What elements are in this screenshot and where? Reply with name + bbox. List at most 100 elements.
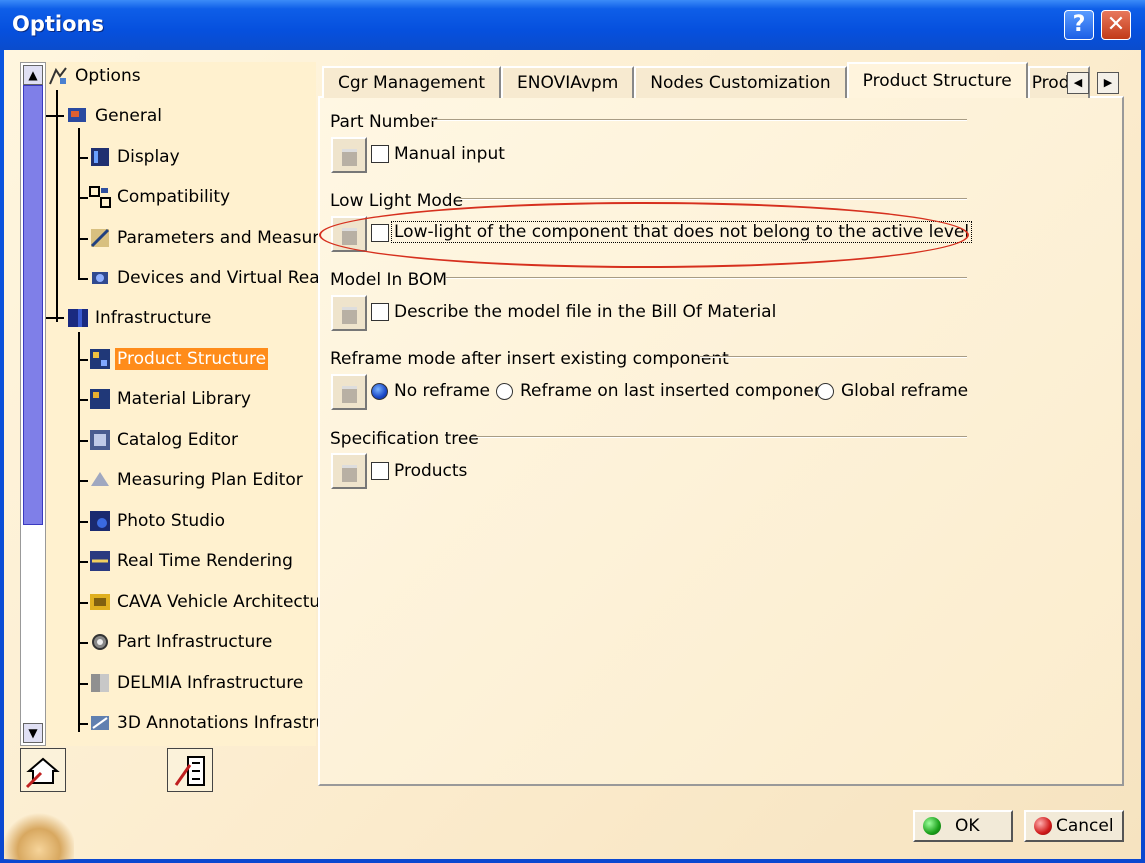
- options-dialog: Options ? ✕ ▲ ▼ Options General Display …: [0, 0, 1145, 863]
- delmia-icon: [88, 671, 112, 695]
- window-title: Options: [12, 12, 104, 36]
- tree-home-button[interactable]: [20, 748, 66, 792]
- tree-line: [78, 399, 88, 401]
- tree-node-catalog-editor[interactable]: Catalog Editor: [88, 425, 240, 455]
- measuring-plan-icon: [88, 468, 112, 492]
- tree-line: [78, 602, 88, 604]
- tree-line: [78, 157, 88, 159]
- tree-expand-button[interactable]: [167, 748, 213, 792]
- tree-node-material-library[interactable]: Material Library: [88, 384, 253, 414]
- tree-scrollbar[interactable]: ▲ ▼: [20, 62, 46, 746]
- tree-line: [78, 642, 88, 644]
- close-button[interactable]: ✕: [1101, 10, 1131, 40]
- tree-node-part-infrastructure[interactable]: Part Infrastructure: [88, 627, 274, 657]
- cava-icon: [88, 590, 112, 614]
- scroll-up-arrow[interactable]: ▲: [23, 65, 43, 85]
- tab-enoviavpm[interactable]: ENOVIAvpm: [501, 66, 635, 98]
- tree-node-measuring-plan[interactable]: Measuring Plan Editor: [88, 465, 305, 495]
- options-root-icon: [46, 64, 70, 88]
- model-bom-checkbox[interactable]: [371, 303, 389, 321]
- tree-node-label: Part Infrastructure: [117, 632, 273, 652]
- lock-icon[interactable]: [331, 137, 367, 173]
- tree-line: [78, 723, 88, 725]
- section-divider: [432, 119, 967, 121]
- global-reframe-radio[interactable]: [817, 383, 834, 400]
- tree-node-parameters[interactable]: Parameters and Measure: [88, 223, 331, 253]
- section-title-part-number: Part Number: [330, 112, 438, 132]
- real-time-rendering-icon: [88, 549, 112, 573]
- lock-icon[interactable]: [331, 374, 367, 410]
- reframe-last-radio[interactable]: [496, 383, 513, 400]
- tree-line: [78, 440, 88, 442]
- products-label: Products: [394, 461, 468, 481]
- tree-node-label: Devices and Virtual Realit: [117, 268, 336, 288]
- lock-icon[interactable]: [331, 295, 367, 331]
- tree-node-compatibility[interactable]: Compatibility: [88, 182, 232, 212]
- no-reframe-radio[interactable]: [371, 383, 388, 400]
- annotation-ellipse: [319, 202, 969, 268]
- section-title-model-bom: Model In BOM: [330, 270, 448, 290]
- section-divider: [460, 198, 967, 200]
- tab-nodes-customization[interactable]: Nodes Customization: [634, 66, 847, 98]
- tree-node-3d-annotations[interactable]: 3D Annotations Infrastru: [88, 708, 328, 738]
- compatibility-icon: [88, 185, 112, 209]
- material-library-icon: [88, 387, 112, 411]
- tree-line: [78, 521, 88, 523]
- tree-node-label: Photo Studio: [117, 511, 226, 531]
- cancel-button[interactable]: Cancel: [1024, 810, 1124, 842]
- tab-product-structure[interactable]: Product Structure: [846, 62, 1028, 98]
- manual-input-checkbox[interactable]: [371, 145, 389, 163]
- section-divider: [700, 356, 967, 358]
- scroll-down-arrow[interactable]: ▼: [23, 723, 43, 743]
- tree-node-devices[interactable]: Devices and Virtual Realit: [88, 263, 338, 293]
- help-button[interactable]: ?: [1064, 10, 1094, 40]
- tree-node-label: Catalog Editor: [117, 430, 239, 450]
- tree-line: [78, 332, 80, 732]
- tree-node-label: Measuring Plan Editor: [117, 470, 303, 490]
- tree-line: [78, 128, 80, 280]
- model-bom-label: Describe the model file in the Bill Of M…: [394, 302, 777, 322]
- tree-node-label: Material Library: [117, 389, 251, 409]
- catalog-editor-icon: [88, 428, 112, 452]
- tree-node-delmia[interactable]: DELMIA Infrastructure: [88, 668, 305, 698]
- tree-node-label: Parameters and Measure: [117, 228, 330, 248]
- cancel-label: Cancel: [1056, 816, 1114, 836]
- tree-node-display[interactable]: Display: [88, 142, 182, 172]
- section-title-reframe: Reframe mode after insert existing compo…: [330, 349, 729, 369]
- 3d-annotations-icon: [88, 711, 112, 735]
- tree-line: [78, 359, 88, 361]
- ok-label: OK: [955, 816, 980, 836]
- tree-node-cava[interactable]: CAVA Vehicle Architectur: [88, 587, 329, 617]
- global-reframe-label: Global reframe: [841, 381, 969, 401]
- tree-node-infrastructure[interactable]: Infrastructure: [46, 303, 213, 333]
- ok-button[interactable]: OK: [913, 810, 1013, 842]
- collapse-icon[interactable]: [46, 115, 64, 117]
- scroll-thumb[interactable]: [23, 85, 43, 525]
- collapse-icon[interactable]: [46, 317, 64, 319]
- tab-strip: Cgr Management ENOVIAvpm Nodes Customiza…: [322, 62, 1090, 98]
- tree-node-label: Real Time Rendering: [117, 551, 293, 571]
- tree-node-label: DELMIA Infrastructure: [117, 673, 304, 693]
- reframe-last-label: Reframe on last inserted component: [520, 381, 832, 401]
- tree-node-product-structure[interactable]: Product Structure: [88, 344, 269, 374]
- tree-node-options[interactable]: Options: [46, 61, 143, 91]
- tab-cgr-management[interactable]: Cgr Management: [322, 66, 502, 98]
- tree-node-photo-studio[interactable]: Photo Studio: [88, 506, 227, 536]
- products-checkbox[interactable]: [371, 462, 389, 480]
- product-structure-icon: [88, 347, 112, 371]
- tree-node-label: Product Structure: [115, 348, 269, 370]
- tree-line: [78, 480, 88, 482]
- title-bar[interactable]: Options ? ✕: [0, 0, 1145, 50]
- tree-line: [78, 238, 88, 240]
- tab-scroll-left-icon[interactable]: ◀: [1067, 72, 1089, 94]
- tree-line: [78, 683, 88, 685]
- manual-input-label: Manual input: [394, 144, 505, 164]
- tree-node-label: Infrastructure: [95, 308, 212, 328]
- lock-icon[interactable]: [331, 453, 367, 489]
- tree-node-real-time-rendering[interactable]: Real Time Rendering: [88, 546, 295, 576]
- gear-icon: [88, 630, 112, 654]
- tab-scroll-right-icon[interactable]: ▶: [1097, 72, 1119, 94]
- tree-node-label: Options: [75, 66, 141, 86]
- tree-node-general[interactable]: General: [46, 101, 164, 131]
- section-title-spec-tree: Specification tree: [330, 429, 479, 449]
